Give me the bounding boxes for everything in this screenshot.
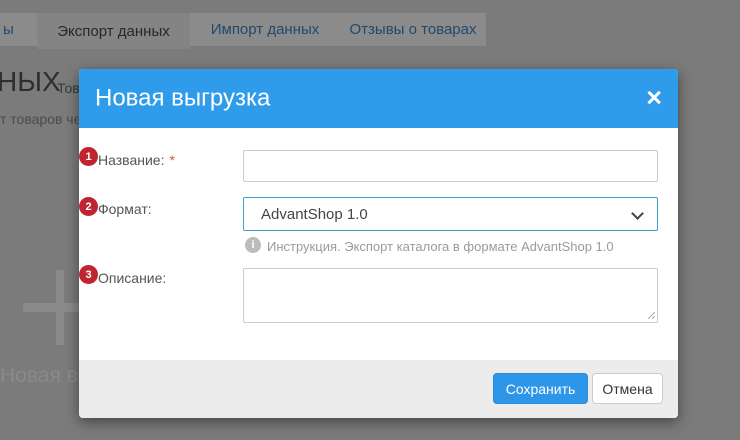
new-export-modal: Новая выгрузка × 1 Название:* 2 Формат: … [79, 69, 678, 418]
page-background: ы Экспорт данных Импорт данных Отзывы о … [0, 0, 740, 440]
save-button[interactable]: Сохранить [493, 373, 588, 404]
close-button[interactable]: × [646, 84, 662, 111]
required-asterisk: * [169, 152, 174, 168]
description-label: Описание: [98, 270, 166, 286]
description-field-wrap [243, 268, 658, 323]
name-label: Название: * [98, 152, 175, 168]
format-select[interactable]: AdvantShop 1.0 [243, 197, 658, 231]
modal-title: Новая выгрузка [95, 84, 270, 112]
name-label-text: Название: [98, 152, 164, 168]
step-badge-3: 3 [79, 265, 98, 284]
modal-footer: Сохранить Отмена [79, 360, 678, 418]
modal-header: Новая выгрузка × [79, 69, 678, 128]
cancel-button[interactable]: Отмена [592, 373, 663, 404]
info-icon: i [245, 237, 261, 253]
format-select-value: AdvantShop 1.0 [261, 206, 368, 223]
format-label: Формат: [98, 201, 152, 217]
name-input[interactable] [243, 150, 658, 182]
chevron-down-icon [631, 207, 644, 220]
step-badge-1: 1 [79, 147, 98, 166]
description-textarea[interactable] [243, 268, 658, 323]
format-hint-text: Инструкция. Экспорт каталога в формате A… [267, 239, 614, 254]
step-badge-2: 2 [79, 197, 98, 216]
close-icon: × [646, 82, 662, 112]
